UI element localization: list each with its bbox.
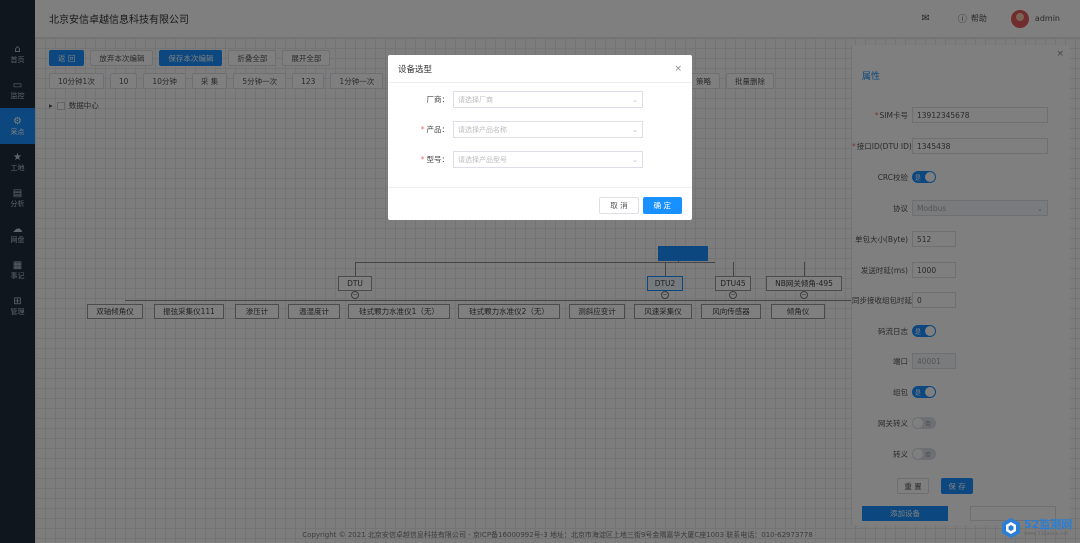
watermark-sub: www.52jiance.net [1024,531,1069,537]
device-select-modal: 设备选型 × 厂商： 请选择厂商 ⌄ * 产品： 请选择产品名称 ⌄ * 型号： 请选择… [388,55,692,220]
modal-title: 设备选型 [398,64,433,75]
modal-actions: 取 消 确 定 [599,197,682,214]
vendor-row: 厂商： 请选择厂商 ⌄ [388,91,692,108]
chevron-down-icon: ⌄ [632,125,638,134]
chevron-down-icon: ⌄ [632,155,638,164]
product-row: * 产品： 请选择产品名称 ⌄ [388,121,692,138]
confirm-button[interactable]: 确 定 [642,197,682,214]
model-select[interactable]: 请选择产品型号 ⌄ [453,151,643,168]
product-select[interactable]: 请选择产品名称 ⌄ [453,121,643,138]
cancel-button[interactable]: 取 消 [599,197,639,214]
modal-header: 设备选型 × [388,55,692,83]
modal-footer: 取 消 确 定 [388,187,692,220]
model-row: * 型号： 请选择产品型号 ⌄ [388,151,692,168]
chevron-down-icon: ⌄ [632,95,638,104]
watermark: 52监测网 www.52jiance.net [1000,513,1080,543]
vendor-select[interactable]: 请选择厂商 ⌄ [453,91,643,108]
watermark-main: 52监测网 [1024,518,1073,531]
close-icon[interactable]: × [674,64,682,74]
field-label: * 产品： [420,125,449,134]
field-label: * 型号： [420,155,449,164]
watermark-text: 52监测网 www.52jiance.net [1024,518,1073,538]
field-label: 厂商： [426,95,450,104]
watermark-logo-icon [1000,517,1022,539]
